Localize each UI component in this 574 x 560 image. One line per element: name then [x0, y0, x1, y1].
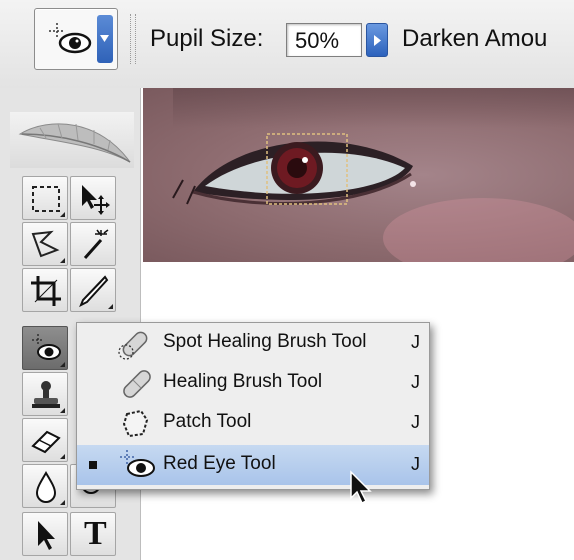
magic-wand-icon: [83, 229, 109, 259]
healing-tools-flyout: Spot Healing Brush Tool J Healing Brush …: [76, 322, 430, 490]
path-selection-tool[interactable]: [22, 512, 68, 556]
eraser-tool[interactable]: [22, 418, 68, 462]
shortcut-key: J: [411, 412, 420, 432]
crop-icon: [31, 276, 61, 306]
magic-wand-tool[interactable]: [70, 222, 116, 266]
menu-item-patch[interactable]: Patch Tool J: [77, 403, 429, 443]
tool-submenu-indicator: [60, 454, 65, 459]
tool-submenu-indicator: [60, 212, 65, 217]
blur-tool[interactable]: [22, 464, 68, 508]
type-tool[interactable]: T: [70, 512, 116, 556]
slice-tool[interactable]: [70, 268, 116, 312]
chevron-right-icon: [374, 35, 381, 46]
menu-item-red-eye[interactable]: Red Eye Tool J: [77, 445, 429, 485]
healing-brush-icon: [123, 370, 151, 398]
red-eye-icon: [49, 23, 92, 54]
preset-dropdown-button[interactable]: [97, 15, 113, 63]
tool-submenu-indicator: [60, 362, 65, 367]
mouse-pointer-icon: [350, 470, 372, 505]
clone-stamp-tool[interactable]: [22, 372, 68, 416]
type-icon: T: [84, 515, 107, 552]
tool-submenu-indicator: [60, 408, 65, 413]
path-selection-icon: [38, 521, 55, 550]
pupil-size-slider-button[interactable]: [366, 23, 388, 57]
pupil-size-label: Pupil Size:: [150, 25, 264, 52]
red-eye-icon: [32, 334, 61, 360]
menu-item-label: Healing Brush Tool: [163, 371, 323, 392]
menu-item-label: Red Eye Tool: [163, 453, 276, 474]
slice-icon: [79, 275, 109, 308]
blur-drop-icon: [35, 471, 57, 503]
shortcut-key: J: [411, 372, 420, 392]
shortcut-key: J: [411, 454, 420, 474]
darken-amount-label: Darken Amou: [402, 25, 548, 52]
options-bar: Pupil Size: 50% Darken Amou: [0, 0, 574, 89]
red-eye-icon: [120, 450, 155, 477]
patch-icon: [122, 409, 149, 438]
tool-submenu-indicator: [108, 304, 113, 309]
menu-item-spot-healing-brush[interactable]: Spot Healing Brush Tool J: [77, 323, 429, 363]
lasso-icon: [31, 230, 60, 258]
crop-tool[interactable]: [22, 268, 68, 312]
tool-submenu-indicator: [60, 258, 65, 263]
feather-icon: [18, 123, 131, 163]
rectangular-marquee-icon: [32, 186, 60, 212]
tool-preset-picker[interactable]: [34, 8, 118, 70]
spot-healing-brush-icon: [118, 331, 148, 360]
selected-bullet-icon: [89, 461, 97, 469]
eye-illustration: [172, 133, 416, 206]
menu-item-label: Spot Healing Brush Tool: [163, 331, 367, 352]
eraser-icon: [31, 430, 61, 454]
stamp-icon: [32, 381, 60, 408]
rectangular-marquee-tool[interactable]: [22, 176, 68, 220]
move-icon: [82, 185, 110, 215]
chevron-down-icon: [100, 35, 109, 42]
pupil-size-input[interactable]: 50%: [286, 23, 362, 57]
lasso-tool[interactable]: [22, 222, 68, 266]
move-tool[interactable]: [70, 176, 116, 220]
menu-item-healing-brush[interactable]: Healing Brush Tool J: [77, 363, 429, 403]
tool-submenu-indicator: [60, 500, 65, 505]
menu-item-label: Patch Tool: [163, 411, 252, 432]
red-eye-tool-button[interactable]: [22, 326, 68, 370]
options-divider: [130, 14, 136, 64]
shortcut-key: J: [411, 332, 420, 352]
feather-logo: [10, 112, 134, 168]
eye-photo[interactable]: [143, 88, 574, 262]
